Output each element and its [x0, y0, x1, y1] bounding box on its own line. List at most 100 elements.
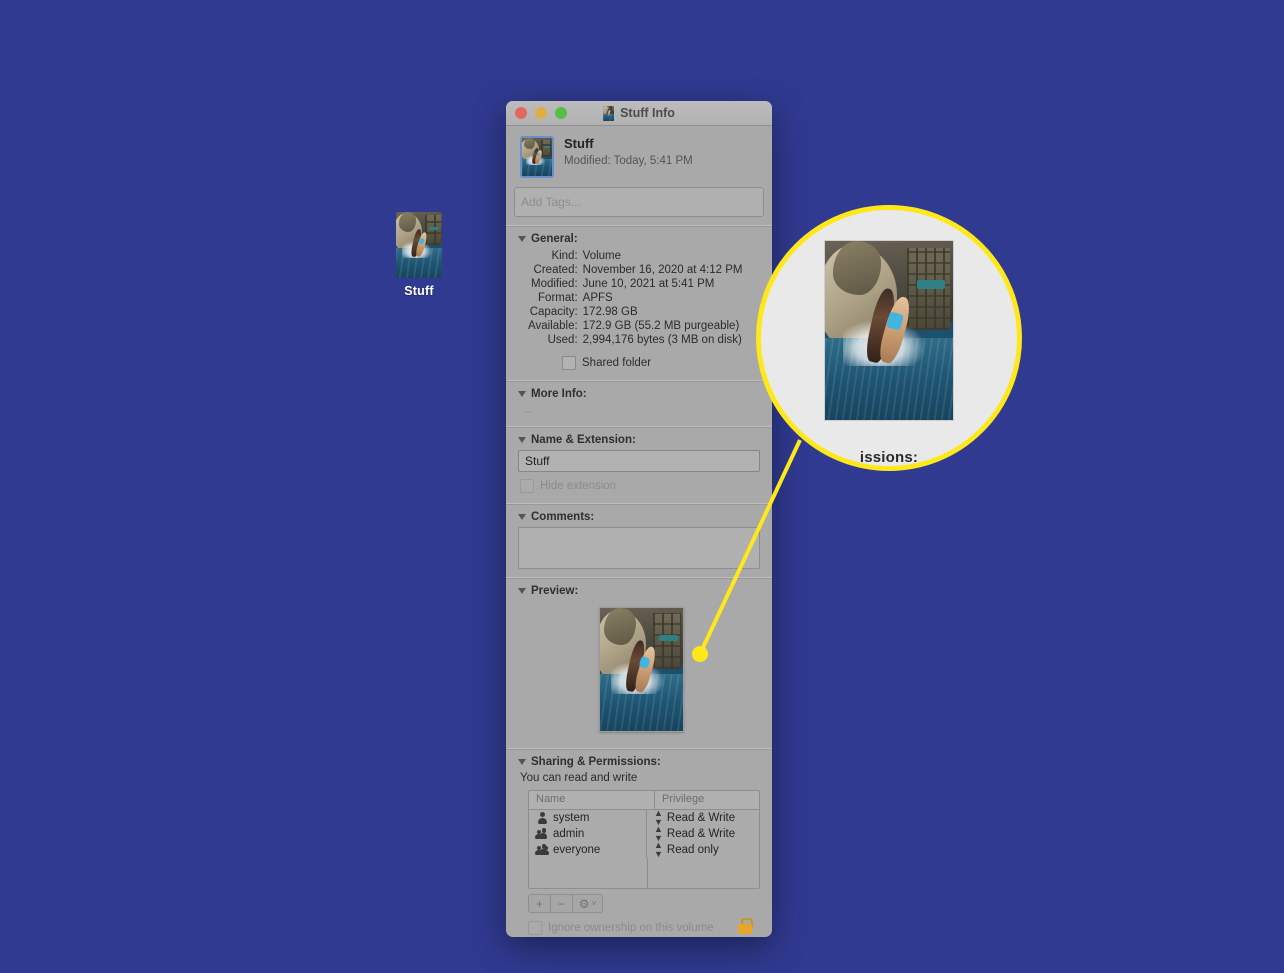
- add-user-button[interactable]: +: [528, 894, 551, 913]
- section-comments-title: Comments:: [531, 511, 595, 523]
- titlebar-volume-icon: [603, 105, 615, 121]
- general-key: Kind:: [551, 250, 578, 262]
- table-row: Used: 2,994,176 bytes (3 MB on disk): [528, 333, 742, 347]
- general-properties-table: Kind: Volume Created: November 16, 2020 …: [528, 249, 742, 347]
- info-header: Stuff Modified: Today, 5:41 PM: [506, 126, 772, 187]
- section-preview-title: Preview:: [531, 585, 579, 597]
- name-input[interactable]: Stuff: [518, 450, 760, 472]
- add-tags-placeholder: Add Tags...: [521, 195, 581, 209]
- disclosure-triangle-icon[interactable]: [518, 437, 526, 443]
- action-gear-button[interactable]: ⚙ ˅: [573, 894, 603, 913]
- section-comments-header[interactable]: Comments:: [518, 511, 764, 523]
- chevron-updown-icon: ▲ ▼: [654, 840, 663, 859]
- table-row: Format: APFS: [528, 291, 742, 305]
- table-row[interactable]: system ▲ ▼ Read & Write: [529, 809, 759, 827]
- disclosure-triangle-icon[interactable]: [518, 588, 526, 594]
- table-row: Modified: June 10, 2021 at 5:41 PM: [528, 277, 742, 291]
- hide-extension-row[interactable]: Hide extension: [520, 479, 764, 493]
- disclosure-triangle-icon[interactable]: [518, 391, 526, 397]
- gear-icon: ⚙: [578, 896, 590, 911]
- permission-name: admin: [553, 828, 585, 840]
- permission-name: everyone: [553, 844, 601, 856]
- hide-extension-label: Hide extension: [540, 480, 617, 492]
- permission-privilege: Read & Write: [666, 828, 736, 840]
- preview-image: [598, 607, 684, 732]
- section-name-extension-title: Name & Extension:: [531, 434, 636, 446]
- more-info-body: --: [524, 404, 532, 418]
- permissions-table-header: Name Privilege: [529, 791, 759, 810]
- section-preview-header[interactable]: Preview:: [518, 585, 764, 597]
- general-value: APFS: [582, 292, 613, 304]
- desktop-icon-label: Stuff: [404, 284, 434, 298]
- comments-textarea[interactable]: [518, 527, 760, 569]
- general-value: Volume: [582, 250, 622, 262]
- volume-icon: [396, 212, 442, 278]
- general-value: 172.98 GB: [582, 306, 638, 318]
- general-value: 172.9 GB (55.2 MB purgeable): [582, 320, 740, 332]
- section-name-extension-header[interactable]: Name & Extension:: [518, 434, 764, 446]
- table-row: Capacity: 172.98 GB: [528, 305, 742, 319]
- general-value: 2,994,176 bytes (3 MB on disk): [582, 334, 742, 346]
- window-title-group: Stuff Info: [506, 105, 772, 121]
- section-more-info-header[interactable]: More Info:: [518, 388, 764, 400]
- section-sharing-title: Sharing & Permissions:: [531, 756, 661, 768]
- permissions-empty-space: [529, 858, 759, 888]
- magnified-preview-image: [824, 240, 954, 421]
- section-preview: Preview:: [506, 579, 772, 748]
- section-name-extension: Name & Extension: Stuff Hide extension: [506, 428, 772, 503]
- general-value: June 10, 2021 at 5:41 PM: [582, 278, 715, 290]
- shared-folder-row[interactable]: Shared folder: [562, 356, 764, 370]
- shared-folder-label: Shared folder: [582, 357, 652, 369]
- general-value: November 16, 2020 at 4:12 PM: [582, 264, 743, 276]
- table-row[interactable]: everyone ▲ ▼ Read only: [529, 841, 759, 859]
- window-title: Stuff Info: [620, 106, 675, 120]
- shared-folder-checkbox[interactable]: [562, 356, 576, 370]
- disclosure-triangle-icon[interactable]: [518, 236, 526, 242]
- general-key: Used:: [547, 334, 578, 346]
- permission-privilege: Read & Write: [666, 812, 736, 824]
- permissions-table: Name Privilege system ▲ ▼ Read & Write a…: [528, 790, 760, 889]
- permissions-toolbar: + − ⚙ ˅: [528, 894, 764, 913]
- callout-anchor-dot: [692, 646, 708, 662]
- column-header-name[interactable]: Name: [529, 791, 655, 809]
- table-row: Available: 172.9 GB (55.2 MB purgeable): [528, 319, 742, 333]
- remove-user-button[interactable]: −: [551, 894, 573, 913]
- section-comments: Comments:: [506, 505, 772, 577]
- general-key: Format:: [538, 292, 578, 304]
- section-more-info: More Info: --: [506, 382, 772, 426]
- general-key: Modified:: [530, 278, 578, 290]
- user-icon: [536, 812, 548, 824]
- hide-extension-checkbox[interactable]: [520, 479, 534, 493]
- header-volume-icon[interactable]: [520, 136, 554, 178]
- disclosure-triangle-icon[interactable]: [518, 759, 526, 765]
- table-row: Created: November 16, 2020 at 4:12 PM: [528, 263, 743, 277]
- disclosure-triangle-icon[interactable]: [518, 514, 526, 520]
- ignore-ownership-checkbox[interactable]: [528, 921, 542, 935]
- desktop-icon-stuff[interactable]: Stuff: [386, 212, 452, 298]
- section-general-header[interactable]: General:: [518, 233, 764, 245]
- everyone-icon: [535, 844, 549, 856]
- general-key: Created:: [533, 264, 578, 276]
- ignore-ownership-row[interactable]: Ignore ownership on this volume: [528, 918, 764, 935]
- lock-icon[interactable]: [738, 918, 753, 934]
- add-tags-input[interactable]: Add Tags...: [514, 187, 764, 217]
- table-row[interactable]: admin ▲ ▼ Read & Write: [529, 825, 759, 843]
- general-key: Available:: [528, 320, 578, 332]
- ignore-ownership-label: Ignore ownership on this volume: [548, 922, 714, 934]
- privilege-dropdown[interactable]: ▲ ▼ Read only: [647, 841, 759, 859]
- section-sharing-header[interactable]: Sharing & Permissions:: [518, 756, 764, 768]
- group-icon: [535, 828, 548, 840]
- preview-container: [518, 601, 764, 740]
- name-input-value: Stuff: [525, 454, 550, 468]
- header-item-name: Stuff: [564, 136, 594, 151]
- magnified-text: issions:: [859, 449, 919, 466]
- window-titlebar[interactable]: Stuff Info: [506, 101, 772, 126]
- get-info-window: Stuff Info Stuff Modified: Today, 5:41 P…: [506, 101, 772, 937]
- sharing-status-text: You can read and write: [520, 772, 638, 784]
- section-general: General: Kind: Volume Created: November …: [506, 227, 772, 380]
- permission-name: system: [553, 812, 590, 824]
- permission-privilege: Read only: [666, 844, 719, 856]
- chevron-down-icon: ˅: [591, 899, 597, 908]
- section-sharing-permissions: Sharing & Permissions: You can read and …: [506, 750, 772, 937]
- column-header-privilege[interactable]: Privilege: [655, 791, 759, 809]
